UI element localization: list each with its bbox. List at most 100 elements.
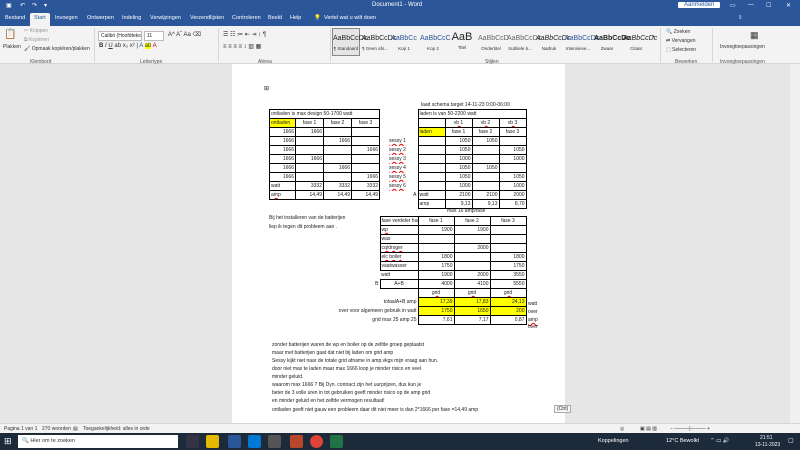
paste-button[interactable]: Plakken xyxy=(3,44,21,50)
excel-icon[interactable] xyxy=(330,435,343,448)
table-cell: B xyxy=(375,281,379,287)
taskbar-search[interactable]: 🔍 Hier om te zoeken xyxy=(18,435,178,448)
tab-bestand[interactable]: Bestand xyxy=(5,15,25,21)
table-cell xyxy=(324,262,380,271)
tab-controleren[interactable]: Controleren xyxy=(232,15,261,21)
table-cell xyxy=(350,163,381,173)
table-cell: 1900 xyxy=(417,270,455,280)
tab-start[interactable]: Start xyxy=(30,13,50,26)
task-view-icon[interactable] xyxy=(186,435,199,448)
vertical-scrollbar[interactable] xyxy=(790,64,800,423)
table-cell: fase 1 xyxy=(444,127,473,137)
addins-icon[interactable]: ▦ xyxy=(750,30,759,41)
weather-widget[interactable]: 12°C Bewolkt xyxy=(666,438,699,444)
style-subtiele[interactable]: AaBbCcDc Subtiele b... xyxy=(506,28,541,56)
customize-qat-icon[interactable]: ▾ xyxy=(44,2,47,9)
replace-button[interactable]: ⇄ Vervangen xyxy=(666,38,696,44)
table-cell: 14,49 xyxy=(350,190,381,200)
style-kop1[interactable]: AaBbCc Kop 1 xyxy=(390,28,418,56)
redo-icon[interactable]: ↷ xyxy=(32,2,37,9)
style-titel[interactable]: AaB Titel xyxy=(448,28,476,56)
tab-beeld[interactable]: Beeld xyxy=(268,15,282,21)
word-icon[interactable] xyxy=(228,435,241,448)
tab-verzendlijsten[interactable]: Verzendlijsten xyxy=(190,15,224,21)
font-size-select[interactable]: 11 xyxy=(144,31,164,41)
sign-in-button[interactable]: Aanmelden xyxy=(678,2,721,8)
table-cell xyxy=(323,172,352,182)
table-cell xyxy=(417,172,446,182)
tab-ontwerpen[interactable]: Ontwerpen xyxy=(87,15,114,21)
table-cell: grid xyxy=(453,288,491,298)
paste-options-button[interactable]: (Ctrl) xyxy=(554,405,572,413)
accessibility-status[interactable]: Toegankelijkheid: alles in orde xyxy=(83,426,150,432)
table-cell xyxy=(388,119,418,128)
styles-more-icon[interactable]: ▾ xyxy=(652,34,655,40)
paragraph-line: beter de 3 volle uren in tot gebruiken g… xyxy=(272,390,431,396)
window-title: Document1 - Word xyxy=(372,2,423,8)
table-cell: 1000 xyxy=(444,181,473,191)
notification-icon[interactable]: ▢ xyxy=(788,437,794,444)
tab-help[interactable]: Help xyxy=(290,15,301,21)
calculator-icon[interactable] xyxy=(268,435,281,448)
max-amp-line: max 16 amp/fase xyxy=(447,208,486,214)
table-cell: 1666 xyxy=(323,136,352,146)
clock-time[interactable]: 21:51 xyxy=(760,435,773,441)
style-kop2[interactable]: AaBbCcC Kop 2 xyxy=(419,28,451,56)
list-buttons[interactable]: ☰ ☷ ≔ ⇤ ⇥ ↕ ¶ xyxy=(223,31,266,38)
clock-date[interactable]: 13-11-2023 xyxy=(755,442,780,448)
zoom-slider[interactable]: − ———|——— + xyxy=(670,426,710,432)
share-icon[interactable]: ⇪ xyxy=(738,15,743,21)
table-cell: 24,13 xyxy=(489,297,527,307)
table-cell: laden is van 50-2200 watt xyxy=(417,109,527,119)
minimize-button[interactable]: — xyxy=(748,2,754,8)
table-cell: A+B xyxy=(379,279,419,289)
word-count[interactable]: 270 woorden xyxy=(42,426,71,432)
tab-indeling[interactable]: Indeling xyxy=(122,15,141,21)
table-cell: 3550 xyxy=(489,270,527,280)
table-cell: 1900 xyxy=(417,225,455,235)
style-geen-afstand[interactable]: AaBbCcDc ¶ Geen afs... xyxy=(361,28,396,56)
tab-verwijzingen[interactable]: Verwijzingen xyxy=(150,15,181,21)
table-move-handle-icon[interactable]: ⊞ xyxy=(264,85,269,92)
tab-invoegen[interactable]: Invoegen xyxy=(55,15,78,21)
font-name-select[interactable]: Calibri (Hoofdtekst) xyxy=(98,31,142,41)
copy-button[interactable]: ⧉ Kopiëren xyxy=(24,37,49,43)
table-cell: 1050 xyxy=(444,145,473,155)
close-button[interactable]: ✕ xyxy=(786,2,791,9)
find-button[interactable]: 🔍 Zoeken xyxy=(666,29,690,35)
proofing-icon[interactable]: ▤ xyxy=(73,426,78,432)
table-cell: 1750 xyxy=(417,261,455,271)
align-buttons[interactable]: ≡ ≡ ≡ ≡ ↕ ▥ ▦ xyxy=(223,43,261,50)
table-cell: over voor algemeen gebruik in watt xyxy=(338,308,417,314)
file-explorer-icon[interactable] xyxy=(206,435,219,448)
chrome-icon[interactable] xyxy=(310,435,323,448)
ribbon-display-icon[interactable]: ▭ xyxy=(730,2,736,9)
addins-button[interactable]: Invoegtoepassingen xyxy=(720,44,765,50)
style-intensieve[interactable]: AaBbCcDc Intensieve... xyxy=(564,28,599,56)
style-nadruk[interactable]: AaBbCcDc Nadruk xyxy=(535,28,570,56)
document-page[interactable]: ⊞ ontladen is max design 50-1700 watt on… xyxy=(232,64,572,423)
style-zwaar[interactable]: AaBbCcDc Zwaar xyxy=(593,28,630,56)
undo-icon[interactable]: ↶ xyxy=(20,2,25,9)
style-ondertitel[interactable]: AaBbCcD Ondertitel xyxy=(477,28,509,56)
focus-icon[interactable]: ◎ xyxy=(620,426,624,432)
start-icon[interactable]: ⊞ xyxy=(4,436,12,447)
select-button[interactable]: ⬚ Selecteren xyxy=(666,47,696,53)
outlook-icon[interactable] xyxy=(248,435,261,448)
cut-button[interactable]: ✂ Knippen xyxy=(24,28,48,34)
format-painter-button[interactable]: 🖌 Opmaak kopiëren/plakken xyxy=(24,46,90,52)
style-standaard[interactable]: AaBbCcDc ¶ Standaard xyxy=(332,28,367,56)
font-format-buttons[interactable]: B I U ab x₂ x² | A ab A xyxy=(99,43,157,49)
maximize-button[interactable]: ☐ xyxy=(766,2,771,9)
links-toolbar[interactable]: Koppelingen xyxy=(598,438,629,444)
save-icon[interactable]: ▣ xyxy=(6,2,12,9)
view-buttons[interactable]: ▣ ▤ ▥ xyxy=(640,426,657,432)
table-cell: watt xyxy=(417,190,446,200)
powerpoint-icon[interactable] xyxy=(290,435,303,448)
style-citaat[interactable]: AaBbCcDc Citaat xyxy=(622,28,657,56)
grow-font-icon[interactable]: A^ Aˇ Aa ⌫ xyxy=(168,31,201,38)
page-count[interactable]: Pagina 1 van 1 xyxy=(4,426,37,432)
tray-icons[interactable]: ⌃ ▭ 🔊 xyxy=(710,438,730,444)
paste-icon[interactable]: 📋 xyxy=(4,29,16,40)
tell-me-search[interactable]: Vertel wat u wilt doen xyxy=(324,15,376,21)
